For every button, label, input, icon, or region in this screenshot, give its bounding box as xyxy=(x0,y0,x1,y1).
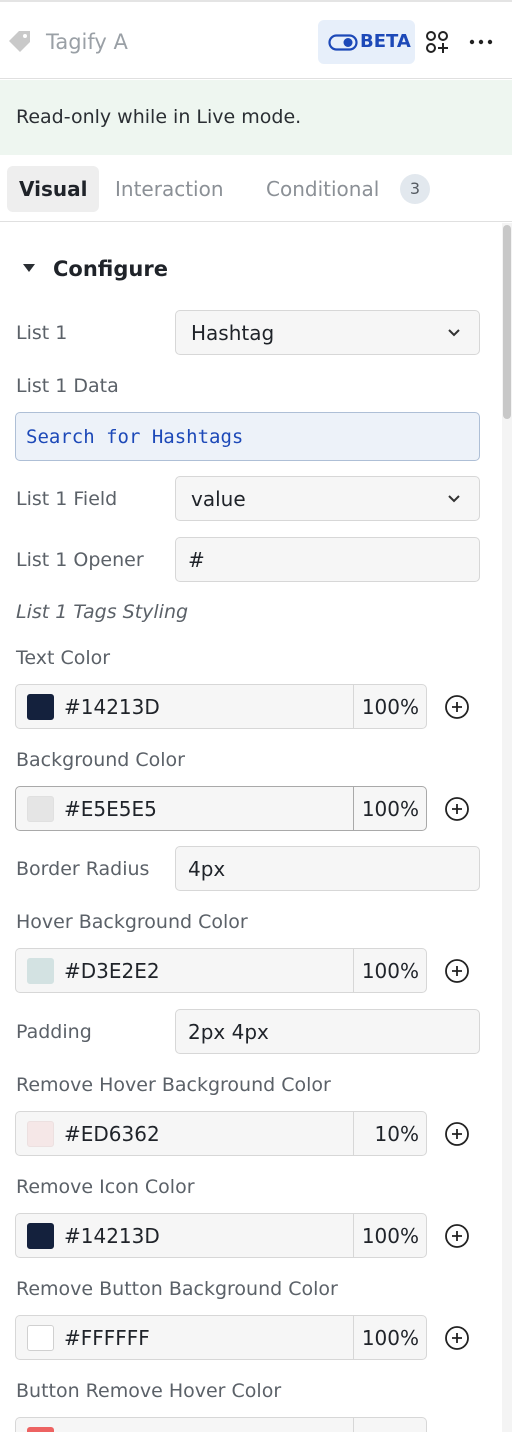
opacity-value[interactable]: 100% xyxy=(362,694,419,720)
text-color-label: Text Color xyxy=(16,647,111,669)
opacity-value[interactable]: 100% xyxy=(362,1325,419,1351)
toggle-icon xyxy=(328,34,358,51)
padding-input[interactable]: 2px 4px xyxy=(175,1009,480,1054)
hex-value[interactable]: #FFFFFF xyxy=(64,1325,150,1351)
background-color-label: Background Color xyxy=(16,749,185,771)
caret-down-icon xyxy=(23,264,35,272)
hover-background-color-field[interactable]: #D3E2E2 100% xyxy=(15,948,427,993)
add-circle-icon[interactable] xyxy=(444,694,470,720)
remove-icon-color-label: Remove Icon Color xyxy=(16,1176,195,1198)
hex-value[interactable]: #ED6362 xyxy=(64,1121,160,1147)
tags-styling-label: List 1 Tags Styling xyxy=(16,601,189,623)
scrollbar-thumb[interactable] xyxy=(503,225,511,419)
button-remove-hover-color-label: Button Remove Hover Color xyxy=(16,1380,282,1402)
color-swatch[interactable] xyxy=(27,1223,54,1249)
list1-opener-input[interactable]: # xyxy=(175,537,480,582)
add-circle-icon[interactable] xyxy=(444,796,470,822)
hex-value[interactable]: #D3E2E2 xyxy=(64,958,160,984)
tab-interaction[interactable]: Interaction xyxy=(115,166,224,212)
divider xyxy=(353,1214,354,1257)
divider xyxy=(353,787,354,830)
remove-hover-background-color-label: Remove Hover Background Color xyxy=(16,1074,331,1096)
list1-field-label: List 1 Field xyxy=(16,488,118,510)
color-swatch[interactable] xyxy=(27,796,54,822)
hex-value[interactable]: #14213D xyxy=(64,694,160,720)
color-swatch[interactable] xyxy=(27,1325,54,1351)
tag-icon xyxy=(9,31,30,52)
readonly-banner: Read-only while in Live mode. xyxy=(0,80,512,155)
divider xyxy=(353,949,354,992)
divider xyxy=(353,1418,354,1432)
list1-field-value: value xyxy=(191,487,246,511)
border-radius-input[interactable]: 4px xyxy=(175,846,480,891)
components-icon[interactable] xyxy=(425,30,449,54)
add-circle-icon[interactable] xyxy=(444,958,470,984)
padding-label: Padding xyxy=(16,1021,92,1043)
remove-button-background-color-label: Remove Button Background Color xyxy=(16,1278,338,1300)
add-circle-icon[interactable] xyxy=(444,1325,470,1351)
list1-opener-value: # xyxy=(188,548,205,572)
list1-select[interactable]: Hashtag xyxy=(175,310,480,355)
list1-data-value: Search for Hashtags xyxy=(26,426,244,448)
remove-icon-color-field[interactable]: #14213D 100% xyxy=(15,1213,427,1258)
list1-field-select[interactable]: value xyxy=(175,476,480,521)
border-radius-label: Border Radius xyxy=(16,858,150,880)
readonly-banner-text: Read-only while in Live mode. xyxy=(16,106,302,128)
section-title: Configure xyxy=(53,257,168,281)
remove-hover-background-color-field[interactable]: #ED6362 10% xyxy=(15,1111,427,1156)
color-swatch[interactable] xyxy=(27,1427,54,1432)
more-icon[interactable] xyxy=(468,30,494,54)
divider xyxy=(353,1112,354,1155)
list1-data-label: List 1 Data xyxy=(16,375,119,397)
color-swatch[interactable] xyxy=(27,694,54,720)
color-swatch[interactable] xyxy=(27,1121,54,1147)
beta-toggle-button[interactable]: BETA xyxy=(318,20,415,64)
list1-data-input[interactable]: Search for Hashtags xyxy=(15,412,480,461)
opacity-value[interactable]: 100% xyxy=(362,958,419,984)
list1-opener-label: List 1 Opener xyxy=(16,549,144,571)
list1-value: Hashtag xyxy=(191,321,275,345)
chevron-down-icon xyxy=(448,329,460,337)
border-radius-value: 4px xyxy=(188,857,226,881)
opacity-value[interactable]: 100% xyxy=(362,1223,419,1249)
inspector-tabs: Visual Interaction Conditional xyxy=(0,156,512,222)
add-circle-icon[interactable] xyxy=(444,1223,470,1249)
remove-button-background-color-field[interactable]: #FFFFFF 100% xyxy=(15,1315,427,1360)
hex-value[interactable]: #14213D xyxy=(64,1223,160,1249)
opacity-value[interactable]: 10% xyxy=(375,1121,419,1147)
beta-label: BETA xyxy=(360,31,411,52)
opacity-value[interactable]: 100% xyxy=(362,796,419,822)
list1-label: List 1 xyxy=(16,322,68,344)
padding-value: 2px 4px xyxy=(188,1020,269,1044)
divider xyxy=(353,1316,354,1359)
tab-visual[interactable]: Visual xyxy=(7,166,100,212)
tab-conditional[interactable]: Conditional xyxy=(266,166,379,212)
text-color-field[interactable]: #14213D 100% xyxy=(15,684,427,729)
hover-background-color-label: Hover Background Color xyxy=(16,911,248,933)
divider xyxy=(353,685,354,728)
chevron-down-icon xyxy=(448,495,460,503)
conditional-count-badge: 3 xyxy=(400,174,430,204)
component-name[interactable]: Tagify A xyxy=(46,28,128,56)
color-swatch[interactable] xyxy=(27,958,54,984)
component-header: Tagify A BETA xyxy=(0,0,512,79)
hex-value[interactable]: #E5E5E5 xyxy=(64,796,157,822)
button-remove-hover-color-field[interactable] xyxy=(15,1417,427,1432)
background-color-field[interactable]: #E5E5E5 100% xyxy=(15,786,427,831)
add-circle-icon[interactable] xyxy=(444,1121,470,1147)
